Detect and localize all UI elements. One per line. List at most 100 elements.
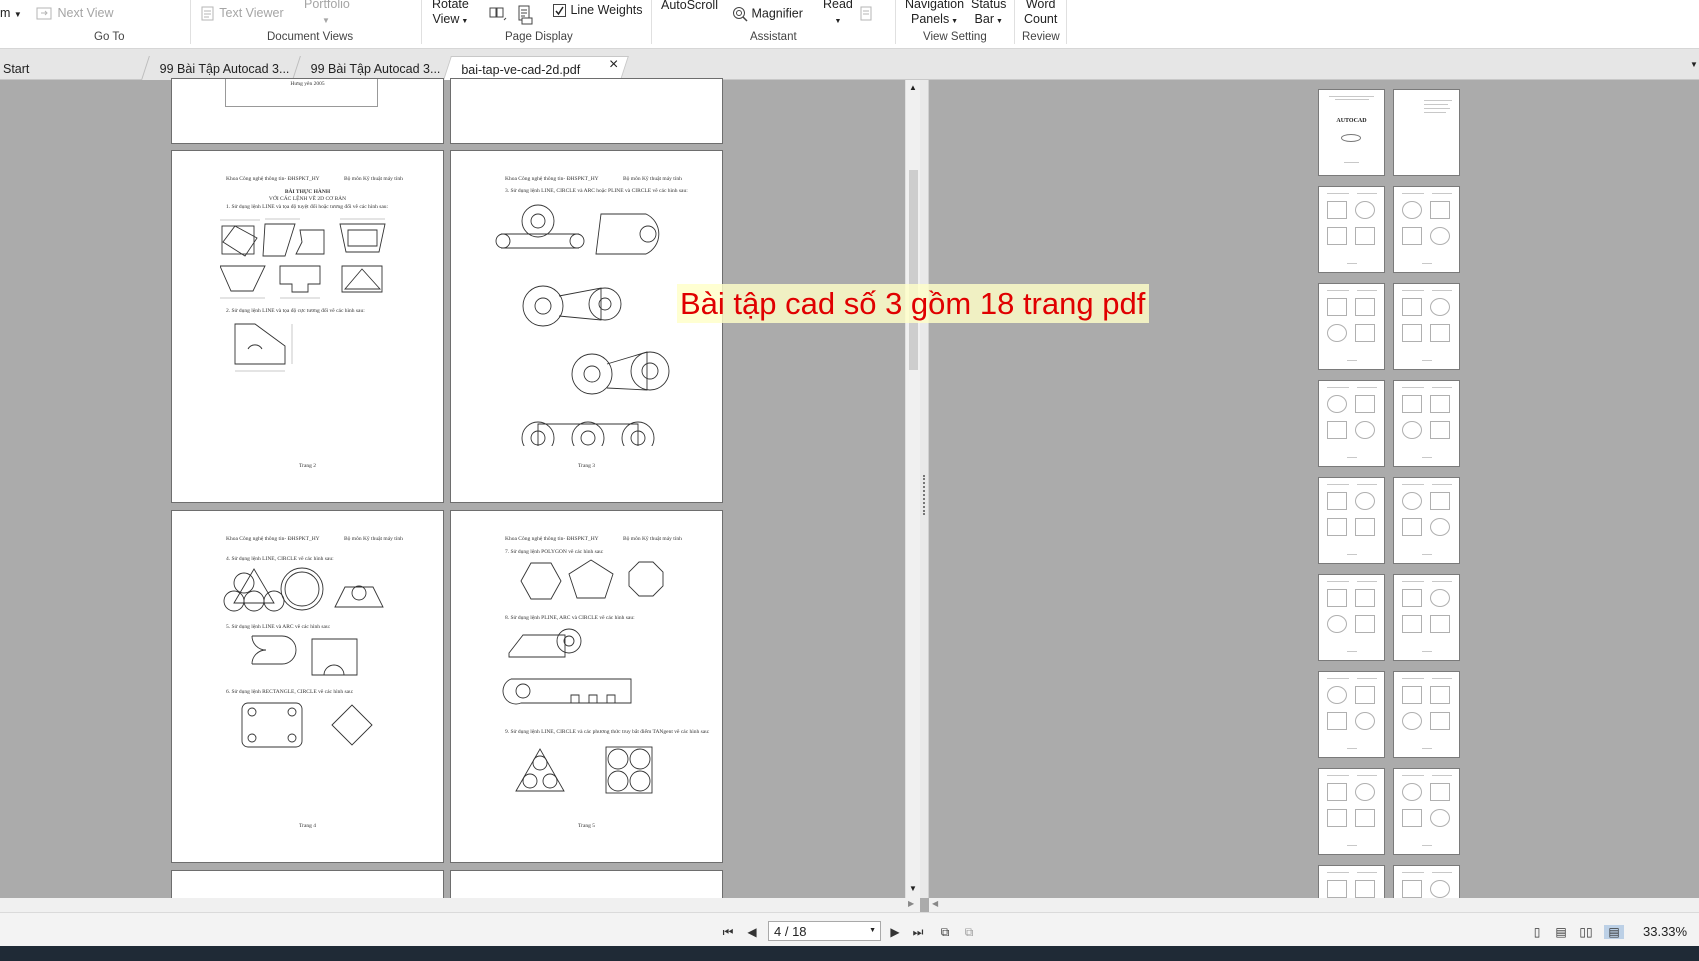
thumbnail-page-8[interactable]: [1393, 380, 1460, 467]
thumbnail-page-2[interactable]: [1393, 89, 1460, 176]
magnifier-label: Magnifier: [751, 6, 803, 21]
word-count-label-1: Word: [1025, 0, 1056, 11]
close-tab-icon[interactable]: ×: [609, 57, 618, 73]
thumbnail-page-12[interactable]: [1393, 574, 1460, 661]
thumbnail-page-4[interactable]: [1393, 186, 1460, 273]
word-count-button[interactable]: Word Count: [1024, 0, 1057, 27]
read-options-button[interactable]: [859, 6, 875, 22]
cad-drawing-ex4: [223, 567, 384, 612]
page-layout-button[interactable]: [487, 4, 509, 22]
read-button[interactable]: Read ▼: [823, 0, 853, 29]
thumbnail-page-5[interactable]: [1318, 283, 1385, 370]
pdf-page-trang-4: Khoa Công nghệ thông tin- ĐHSPKT_HY Bộ m…: [171, 510, 444, 863]
pdf-page-1: Hưng yên 2005: [171, 78, 444, 144]
cad-drawing-ex3: [495, 204, 670, 446]
scroll-left-icon[interactable]: ◀: [932, 899, 938, 908]
next-view-button[interactable]: Next View: [36, 6, 114, 21]
thumbnail-page-7[interactable]: [1318, 380, 1385, 467]
exercise-9-text: 9. Sử dụng lệnh LINE, CIRCLE và các phươ…: [505, 729, 710, 735]
page-header-left: Khoa Công nghệ thông tin- ĐHSPKT_HY: [505, 536, 599, 542]
autoscroll-label: AutoScroll: [661, 0, 718, 12]
tab-start[interactable]: Start: [0, 56, 140, 80]
autoscroll-button[interactable]: AutoScroll: [661, 0, 718, 13]
exercise-2-text: 2. Sử dụng lệnh LINE và tọa độ cực tương…: [226, 308, 365, 314]
zoom-dropdown[interactable]: m ▼: [0, 6, 22, 22]
scroll-right-icon[interactable]: ▶: [908, 899, 914, 908]
previous-page-icon[interactable]: ◀: [745, 925, 759, 939]
previous-view-icon[interactable]: ⧉: [938, 925, 952, 939]
assistant-group-label: Assistant: [750, 31, 797, 43]
tab-list-chevron-icon[interactable]: ▼: [1690, 60, 1698, 69]
tab-start-label: Start: [3, 62, 30, 76]
facing-view-icon[interactable]: ▯▯: [1579, 925, 1593, 939]
text-viewer-button[interactable]: Text Viewer: [200, 6, 284, 21]
goto-group-label: Go To: [94, 31, 125, 43]
thumbnail-page-13[interactable]: [1318, 671, 1385, 758]
scroll-down-icon[interactable]: ▼: [909, 884, 917, 893]
zoom-level[interactable]: 33.33%: [1643, 924, 1687, 939]
cad-drawing-ex1: [220, 218, 386, 299]
navigation-panels-button[interactable]: Navigation Panels ▼: [905, 0, 964, 29]
exercise-title: BÀI THỰC HÀNH: [284, 189, 331, 195]
tab-document-1[interactable]: 99 Bài Tập Autocad 3...: [141, 56, 297, 80]
chevron-down-icon[interactable]: ▼: [869, 927, 876, 934]
page-header-right: Bộ môn Kỹ thuật máy tính: [344, 536, 403, 542]
page-header-right: Bộ môn Kỹ thuật máy tính: [623, 536, 682, 542]
magnifier-button[interactable]: Magnifier: [732, 6, 803, 22]
page-footer-trang-5: Trang 5: [577, 823, 596, 829]
scroll-up-icon[interactable]: ▲: [909, 83, 917, 92]
viewer-vertical-scrollbar[interactable]: ▲ ▼: [905, 80, 920, 898]
cad-drawing-ex6: [241, 702, 373, 748]
tab-document-2[interactable]: 99 Bài Tập Autocad 3...: [292, 56, 448, 80]
thumbnail-page-3[interactable]: [1318, 186, 1385, 273]
view-setting-group-label: View Setting: [923, 31, 987, 43]
next-page-icon[interactable]: ▶: [888, 925, 902, 939]
review-group-label: Review: [1022, 31, 1060, 43]
thumbnail-page-11[interactable]: [1318, 574, 1385, 661]
panel-splitter[interactable]: [920, 80, 929, 898]
page-1-footer: Hưng yên 2005: [290, 81, 325, 87]
line-weights-label: Line Weights: [570, 3, 643, 17]
page-display-group-label: Page Display: [505, 31, 573, 43]
portfolio-label: Portfolio: [304, 0, 350, 11]
rotate-view-button[interactable]: Rotate View ▼: [432, 0, 469, 29]
thumbnail-page-15[interactable]: [1318, 768, 1385, 855]
continuous-view-icon[interactable]: ▤: [1554, 925, 1568, 939]
thumbnail-page-16[interactable]: [1393, 768, 1460, 855]
thumbnail-page-14[interactable]: [1393, 671, 1460, 758]
document-viewer[interactable]: Hưng yên 2005 Khoa Công nghệ thông tin- …: [0, 78, 920, 910]
tab-document-1-label: 99 Bài Tập Autocad 3...: [159, 62, 290, 76]
reflow-button[interactable]: [516, 4, 536, 26]
thumbnail-horizontal-scrollbar[interactable]: ◀: [929, 898, 1699, 912]
scrollbar-thumb[interactable]: [909, 170, 918, 370]
line-weights-checkbox[interactable]: Line Weights: [553, 3, 643, 18]
exercise-3-text: 3. Sử dụng lệnh LINE, CIRCLE và ARC hoặc…: [505, 188, 688, 194]
continuous-facing-view-icon[interactable]: ▤: [1604, 925, 1624, 939]
thumbnail-page-10[interactable]: [1393, 477, 1460, 564]
chevron-down-icon: ▼: [459, 18, 469, 25]
next-view-icon[interactable]: ⧉: [962, 925, 976, 939]
document-views-group-label: Document Views: [267, 31, 354, 43]
page-thumbnails-panel[interactable]: AUTOCAD: [929, 80, 1699, 952]
cad-drawing-ex8: [502, 628, 632, 705]
first-page-icon[interactable]: ⏮: [721, 925, 735, 939]
portfolio-button[interactable]: Portfolio ▼: [304, 0, 350, 28]
single-page-view-icon[interactable]: ▯: [1530, 925, 1544, 939]
page-header-right: Bộ môn Kỹ thuật máy tính: [623, 176, 682, 182]
viewer-horizontal-scrollbar[interactable]: ▶: [0, 898, 920, 912]
read-options-icon: [860, 6, 872, 21]
tab-active-document[interactable]: bai-tap-ve-cad-2d.pdf: [443, 56, 629, 80]
exercise-6-text: 6. Sử dụng lệnh RECTANGLE, CIRCLE vẽ các…: [226, 689, 354, 695]
page-header-right: Bộ môn Kỹ thuật máy tính: [344, 176, 403, 182]
page-number-input[interactable]: 4 / 18 ▼: [768, 921, 881, 941]
thumbnail-page-6[interactable]: [1393, 283, 1460, 370]
thumbnail-page-9[interactable]: [1318, 477, 1385, 564]
chevron-down-icon: ▼: [994, 18, 1003, 25]
reflow-icon: [518, 5, 533, 25]
tab-active-label: bai-tap-ve-cad-2d.pdf: [461, 63, 581, 77]
rotate-view-label-2: View: [432, 12, 460, 26]
page-header-left: Khoa Công nghệ thông tin- ĐHSPKT_HY: [505, 176, 599, 182]
last-page-icon[interactable]: ⏭: [911, 925, 925, 939]
status-bar-button[interactable]: Status Bar ▼: [971, 0, 1006, 29]
thumbnail-page-1[interactable]: AUTOCAD: [1318, 89, 1385, 176]
